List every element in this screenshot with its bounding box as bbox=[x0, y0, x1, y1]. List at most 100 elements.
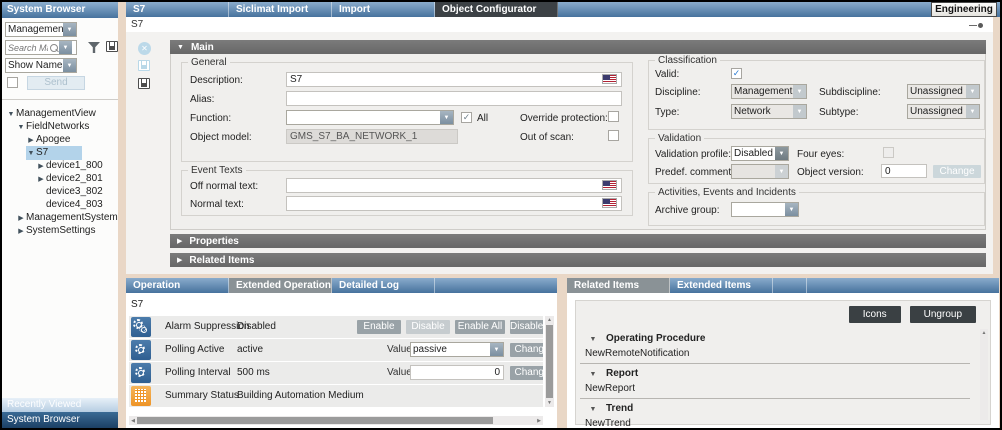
recently-viewed-bar[interactable]: Recently Viewed bbox=[2, 398, 118, 412]
save-icon[interactable] bbox=[138, 60, 150, 71]
send-checkbox[interactable] bbox=[7, 77, 18, 88]
tab-related-items[interactable]: Related Items bbox=[567, 278, 670, 293]
tree-item-apogee[interactable]: ▶Apogee bbox=[2, 133, 118, 146]
chevron-down-icon[interactable]: ▼ bbox=[440, 111, 453, 124]
disable-all-button[interactable]: Disable All bbox=[510, 320, 543, 334]
icons-button[interactable]: Icons bbox=[849, 306, 901, 323]
scroll-up-icon[interactable]: ▲ bbox=[547, 316, 552, 324]
tree-item-systemsettings[interactable]: ▶SystemSettings bbox=[2, 224, 118, 237]
group-operating-procedure[interactable]: ▼Operating Procedure bbox=[580, 331, 970, 346]
discipline-label: Discipline: bbox=[655, 87, 701, 98]
chevron-down-icon[interactable]: ▼ bbox=[588, 402, 598, 417]
type-selector[interactable]: Network ▼ bbox=[731, 104, 807, 119]
tree-item-fieldnetworks[interactable]: ▼FieldNetworks bbox=[2, 120, 118, 133]
change-version-button[interactable]: Change bbox=[933, 165, 981, 178]
scrollbar-thumb[interactable] bbox=[137, 417, 493, 424]
archive-group-selector[interactable]: ▼ bbox=[731, 202, 799, 217]
tree-item-device1[interactable]: ▶device1_800 bbox=[2, 159, 118, 172]
polling-active-selector[interactable]: passive ▼ bbox=[410, 342, 504, 357]
chevron-down-icon[interactable]: ▼ bbox=[63, 23, 76, 36]
tree-item-s7[interactable]: ▼S7 bbox=[2, 146, 118, 159]
related-item[interactable]: NewRemoteNotification bbox=[580, 346, 970, 361]
engineering-mode-button[interactable]: Engineering bbox=[931, 2, 997, 17]
search-input[interactable] bbox=[6, 41, 50, 54]
tab-detailed-log[interactable]: Detailed Log bbox=[332, 278, 435, 293]
search-box[interactable]: ▼ bbox=[5, 40, 77, 55]
chevron-down-icon[interactable]: ▼ bbox=[6, 108, 16, 121]
group-report[interactable]: ▼Report bbox=[580, 366, 970, 381]
chevron-down-icon[interactable]: ▼ bbox=[588, 332, 598, 347]
chevron-down-icon[interactable]: ▼ bbox=[16, 121, 26, 134]
subdiscipline-selector[interactable]: Unassigned ▼ bbox=[907, 84, 980, 99]
tab-siclimat-import[interactable]: Siclimat Import bbox=[229, 2, 332, 17]
chevron-right-icon[interactable]: ▶ bbox=[16, 225, 26, 238]
save-as-icon[interactable] bbox=[138, 78, 150, 89]
valid-checkbox[interactable]: ✓ bbox=[731, 68, 742, 79]
off-normal-text-input[interactable] bbox=[286, 178, 622, 193]
section-main-header[interactable]: ▼ Main bbox=[170, 40, 986, 54]
view-selector[interactable]: Management V ▼ bbox=[5, 22, 77, 37]
tree-item-managementview[interactable]: ▼ManagementView bbox=[2, 107, 118, 120]
discipline-selector[interactable]: Management Sys ▼ bbox=[731, 84, 807, 99]
chevron-down-icon[interactable]: ▼ bbox=[63, 59, 76, 72]
chevron-down-icon[interactable]: ▼ bbox=[59, 41, 72, 54]
all-checkbox[interactable]: ✓ bbox=[461, 112, 472, 123]
enable-button[interactable]: Enable bbox=[357, 320, 401, 334]
save-icon[interactable] bbox=[106, 41, 118, 52]
chevron-down-icon[interactable]: ▼ bbox=[26, 147, 36, 160]
change-button[interactable]: Change bbox=[510, 366, 543, 380]
chevron-down-icon[interactable]: ▼ bbox=[490, 343, 503, 356]
scroll-right-icon[interactable]: ▶ bbox=[535, 418, 543, 424]
tab-extended-operation[interactable]: Extended Operation bbox=[229, 278, 332, 293]
tree-item-managementsystem[interactable]: ▶ManagementSystem bbox=[2, 211, 118, 224]
tab-extended-items[interactable]: Extended Items bbox=[670, 278, 773, 293]
tree-item-device3[interactable]: device3_802 bbox=[2, 185, 118, 198]
display-mode-selector[interactable]: Show Name ▼ bbox=[5, 58, 77, 73]
vertical-scrollbar[interactable]: ▲ bbox=[980, 329, 988, 420]
tab-operation[interactable]: Operation bbox=[126, 278, 229, 293]
override-protection-checkbox[interactable] bbox=[608, 111, 619, 122]
tab-object-configurator[interactable]: Object Configurator bbox=[435, 2, 558, 17]
out-of-scan-checkbox[interactable] bbox=[608, 130, 619, 141]
scrollbar-thumb[interactable] bbox=[546, 325, 553, 398]
object-version-input[interactable] bbox=[881, 164, 927, 178]
tab-s7[interactable]: S7 bbox=[126, 2, 229, 17]
scroll-up-icon[interactable]: ▲ bbox=[980, 329, 988, 337]
tab-import[interactable]: Import bbox=[332, 2, 435, 17]
function-selector[interactable]: ▼ bbox=[286, 110, 454, 125]
four-eyes-label: Four eyes: bbox=[797, 149, 844, 160]
subtype-selector[interactable]: Unassigned ▼ bbox=[907, 104, 980, 119]
chevron-down-icon[interactable]: ▼ bbox=[785, 203, 798, 216]
send-button[interactable]: Send bbox=[27, 76, 85, 90]
chevron-down-icon[interactable]: ▼ bbox=[588, 367, 598, 382]
scroll-down-icon[interactable]: ▼ bbox=[547, 399, 552, 407]
group-trend[interactable]: ▼Trend bbox=[580, 401, 970, 416]
section-related-items-header[interactable]: ▶ Related Items bbox=[170, 253, 986, 267]
polling-interval-input[interactable] bbox=[410, 365, 504, 380]
enable-all-button[interactable]: Enable All bbox=[455, 320, 505, 334]
ungroup-button[interactable]: Ungroup bbox=[910, 306, 976, 323]
change-button[interactable]: Change bbox=[510, 343, 543, 357]
related-item[interactable]: NewTrend bbox=[580, 416, 970, 430]
system-browser-bar[interactable]: System Browser bbox=[2, 412, 118, 428]
related-item[interactable]: NewReport bbox=[580, 381, 970, 396]
chevron-down-icon[interactable]: ▼ bbox=[966, 105, 979, 118]
chevron-down-icon[interactable]: ▼ bbox=[793, 85, 806, 98]
vertical-scrollbar[interactable]: ▲ ▼ bbox=[545, 316, 554, 407]
description-input[interactable] bbox=[286, 72, 622, 87]
section-properties-header[interactable]: ▶ Properties bbox=[170, 234, 986, 248]
filter-icon[interactable] bbox=[88, 42, 100, 53]
tree-item-device4[interactable]: device4_803 bbox=[2, 198, 118, 211]
tree-item-device2[interactable]: ▶device2_801 bbox=[2, 172, 118, 185]
chevron-down-icon[interactable]: ▼ bbox=[775, 147, 788, 160]
validation-profile-selector[interactable]: Disabled ▼ bbox=[731, 146, 789, 161]
alias-input[interactable] bbox=[286, 91, 622, 106]
scroll-left-icon[interactable]: ◀ bbox=[129, 418, 137, 424]
disable-button[interactable]: Disable bbox=[406, 320, 450, 334]
horizontal-scrollbar[interactable]: ◀ ▶ bbox=[129, 416, 543, 425]
pin-icon[interactable] bbox=[969, 23, 983, 28]
chevron-down-icon[interactable]: ▼ bbox=[966, 85, 979, 98]
close-icon[interactable]: ✕ bbox=[138, 42, 151, 55]
chevron-down-icon[interactable]: ▼ bbox=[793, 105, 806, 118]
normal-text-input[interactable] bbox=[286, 196, 622, 211]
